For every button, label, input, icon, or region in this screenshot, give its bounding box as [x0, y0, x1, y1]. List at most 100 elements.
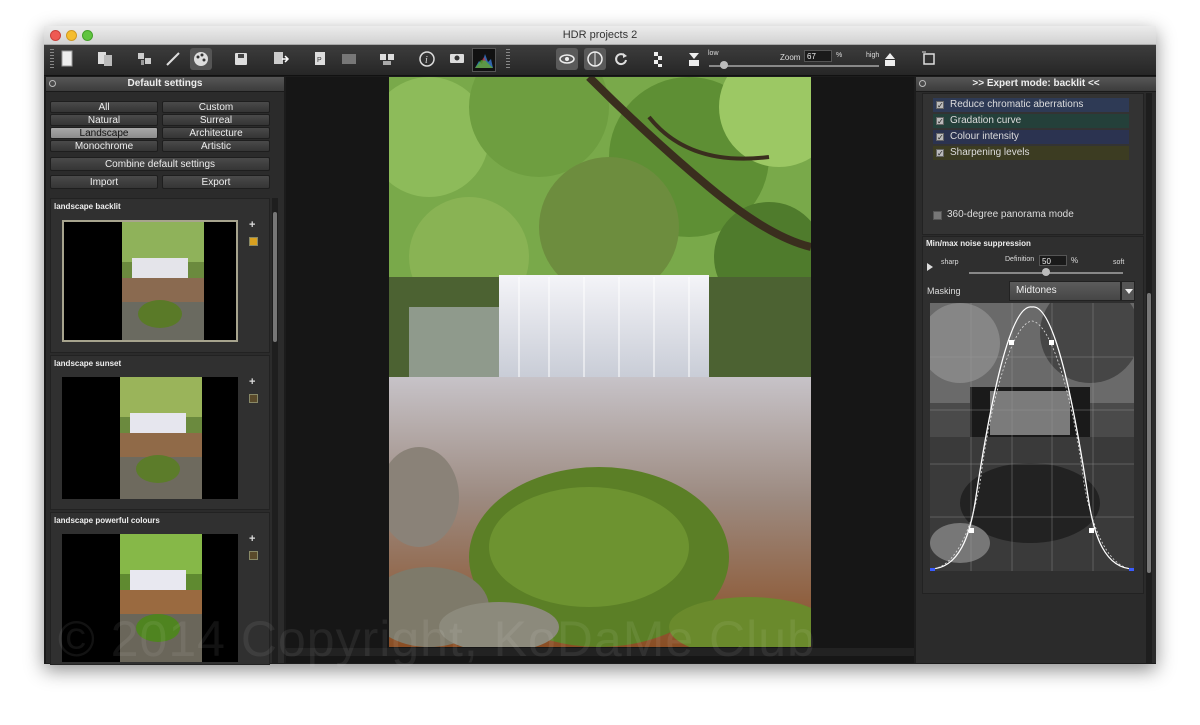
exposure-low-label: low: [708, 50, 719, 57]
toolbar-grip[interactable]: [506, 49, 510, 69]
module-label: Gradation curve: [950, 115, 1022, 126]
soft-label: soft: [1113, 259, 1125, 266]
noise-title: Min/max noise suppression: [926, 239, 1031, 248]
exposure-high-icon[interactable]: [880, 48, 902, 70]
favorite-icon[interactable]: [249, 394, 258, 403]
zoom-slider-handle[interactable]: [720, 61, 728, 69]
presets-scrollbar-thumb[interactable]: [273, 212, 277, 342]
preset-thumbnail[interactable]: [62, 220, 238, 342]
add-preset-icon[interactable]: +: [249, 376, 255, 388]
expert-mode-panel: >> Expert mode: backlit << Reduce chroma…: [916, 77, 1156, 663]
expert-mode-header: >> Expert mode: backlit <<: [916, 77, 1156, 92]
panel-options-icon[interactable]: [919, 80, 926, 87]
sharp-label: sharp: [941, 259, 959, 266]
filter-landscape-button[interactable]: Landscape: [50, 127, 158, 139]
module-item[interactable]: Colour intensity: [933, 130, 1129, 145]
compare-icon[interactable]: [376, 48, 398, 70]
play-icon[interactable]: [927, 263, 933, 271]
definition-label: Definition: [1005, 256, 1035, 263]
definition-slider-handle[interactable]: [1042, 268, 1050, 276]
expert-panel-scrollbar-thumb[interactable]: [1147, 293, 1151, 573]
panel-options-icon[interactable]: [49, 80, 56, 87]
eye-icon[interactable]: [556, 48, 578, 70]
preset-preview-image: [120, 377, 202, 499]
svg-text:i: i: [425, 55, 428, 66]
export-icon[interactable]: [270, 48, 292, 70]
toolbar: P i low Zoom 67 % high: [44, 45, 1156, 76]
preset-card[interactable]: landscape sunset +: [50, 355, 270, 510]
preset-card[interactable]: landscape backlit +: [50, 198, 270, 353]
masking-select[interactable]: Midtones: [1009, 281, 1121, 301]
default-settings-header: Default settings: [46, 77, 284, 92]
preset-thumbnail[interactable]: [62, 377, 238, 499]
copyright-watermark: © 2014 Copyright, KoDaMe Club: [58, 611, 816, 667]
zoom-slider[interactable]: [709, 65, 879, 67]
window-title: HDR projects 2: [562, 29, 638, 41]
exposure-low-icon[interactable]: [684, 48, 706, 70]
svg-text:P: P: [317, 57, 322, 64]
zoom-input[interactable]: 67: [804, 50, 832, 62]
add-preset-icon[interactable]: +: [249, 219, 255, 231]
filter-surreal-button[interactable]: Surreal: [162, 114, 270, 126]
image-canvas[interactable]: [286, 77, 914, 663]
panorama-label: 360-degree panorama mode: [947, 209, 1074, 220]
histogram-icon[interactable]: [472, 48, 496, 72]
favorite-icon[interactable]: [249, 551, 258, 560]
filter-natural-button[interactable]: Natural: [50, 114, 158, 126]
module-item[interactable]: Reduce chromatic aberrations: [933, 98, 1129, 113]
exif-icon[interactable]: [446, 48, 468, 70]
module-item[interactable]: Sharpening levels: [933, 146, 1129, 161]
filter-architecture-button[interactable]: Architecture: [162, 127, 270, 139]
masking-value: Midtones: [1016, 285, 1057, 296]
module-label: Colour intensity: [950, 131, 1019, 142]
presets-scrollbar[interactable]: [272, 198, 278, 663]
filter-all-button[interactable]: All: [50, 101, 158, 113]
module-checkbox[interactable]: [936, 115, 944, 129]
save-icon[interactable]: [230, 48, 252, 70]
definition-unit: %: [1071, 256, 1079, 265]
module-item[interactable]: Gradation curve: [933, 114, 1129, 129]
import-button[interactable]: Import: [50, 175, 158, 189]
batch-icon[interactable]: [134, 48, 156, 70]
crop-rotate-icon[interactable]: [918, 48, 940, 70]
filter-artistic-button[interactable]: Artistic: [162, 140, 270, 152]
compare-circle-icon[interactable]: [584, 48, 606, 70]
checker-icon[interactable]: [648, 48, 670, 70]
chevron-down-icon[interactable]: [1121, 281, 1135, 301]
info-icon[interactable]: i: [416, 48, 438, 70]
favorite-icon[interactable]: [249, 237, 258, 246]
masking-label: Masking: [927, 286, 961, 296]
app-window: HDR projects 2 P i low Zoom 67 % high De…: [44, 26, 1156, 665]
print-icon[interactable]: P: [310, 48, 332, 70]
export-button[interactable]: Export: [162, 175, 270, 189]
filter-custom-button[interactable]: Custom: [162, 101, 270, 113]
module-checkbox[interactable]: [936, 147, 944, 161]
expert-mode-title: >> Expert mode: backlit <<: [972, 78, 1100, 89]
open-pages-icon[interactable]: [94, 48, 116, 70]
preset-label: landscape sunset: [54, 359, 122, 368]
filter-monochrome-button[interactable]: Monochrome: [50, 140, 158, 152]
preset-label: landscape backlit: [54, 202, 121, 211]
hdr-preview-image: [389, 77, 811, 647]
default-settings-title: Default settings: [127, 78, 203, 89]
combine-default-settings-button[interactable]: Combine default settings: [50, 157, 270, 171]
brush-icon[interactable]: [162, 48, 184, 70]
module-label: Sharpening levels: [950, 147, 1030, 158]
expert-panel-scrollbar[interactable]: [1146, 93, 1152, 663]
send-icon[interactable]: [338, 48, 360, 70]
default-settings-panel: Default settings All Custom Natural Surr…: [46, 77, 284, 665]
new-project-icon[interactable]: [56, 48, 78, 70]
module-checkbox[interactable]: [936, 131, 944, 145]
module-label: Reduce chromatic aberrations: [950, 99, 1084, 110]
zoom-unit: %: [836, 52, 843, 59]
masking-curve-preview[interactable]: [930, 303, 1134, 571]
toolbar-grip[interactable]: [50, 49, 54, 69]
definition-input[interactable]: 50: [1039, 255, 1067, 266]
module-checkbox[interactable]: [936, 99, 944, 113]
redo-icon[interactable]: [610, 48, 632, 70]
preset-label: landscape powerful colours: [54, 516, 160, 525]
panorama-checkbox[interactable]: [933, 211, 942, 220]
add-preset-icon[interactable]: +: [249, 533, 255, 545]
title-bar: HDR projects 2: [44, 26, 1156, 45]
palette-icon[interactable]: [190, 48, 212, 70]
